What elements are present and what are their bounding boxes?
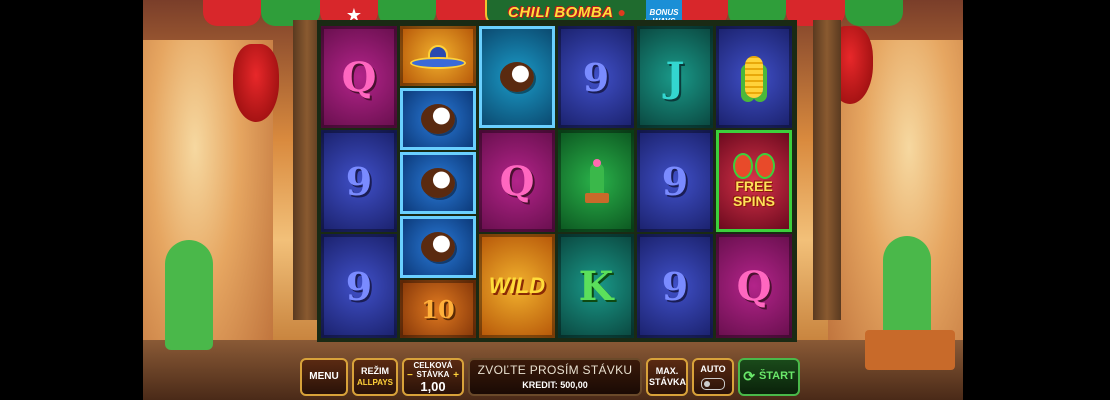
symbol-9: 9 [637,234,713,338]
coconut-symbol [400,88,476,150]
chili-icon: ● [617,4,626,20]
stake-control[interactable]: − CELKOVÁ STÁVKA 1,00 + [402,357,464,396]
chili-decoration-left [233,44,279,122]
coconut-icon [500,62,534,92]
game-stage: ★ CHILI BOMBA ● BONUS WAYS Q 9 9 10 Q WI… [143,0,963,400]
mode-button[interactable]: REŽIM ALLPAYS [352,357,398,396]
corn-icon [745,56,763,98]
stake-label: CELKOVÁ STÁVKA [413,361,453,379]
symbol-9: 9 [558,26,634,128]
coconut-symbol [400,216,476,278]
max-stake-button[interactable]: MAX. STÁVKA [646,357,688,396]
cactus-symbol [558,130,634,232]
auto-label: AUTO [700,363,726,374]
start-button[interactable]: ⟳ ŠTART [738,357,800,396]
auto-button[interactable]: AUTO [692,357,734,396]
stake-plus-button[interactable]: + [453,370,459,381]
pillar-right [813,20,841,320]
logo-title: CHILI BOMBA [508,3,614,21]
auto-toggle[interactable] [701,377,725,390]
corn-symbol [716,26,792,128]
sombrero-icon [410,43,466,69]
control-bar: MENU REŽIM ALLPAYS − CELKOVÁ STÁVKA 1,00… [300,355,850,398]
cactus-icon [581,159,611,203]
stake-value: 1,00 [420,379,446,394]
sombrero-symbol [400,26,476,86]
symbol-9: 9 [321,130,397,232]
menu-button[interactable]: MENU [300,357,348,396]
max-stake-label: MAX. STÁVKA [649,365,687,387]
wild-symbol: WILD [479,234,555,338]
message-box: ZVOĽTE PROSÍM STÁVKU KREDIT: 500,00 [468,357,642,396]
coconut-icon [421,232,455,262]
maracas-icon [733,153,775,179]
symbol-q: Q [321,26,397,128]
stake-minus-button[interactable]: − [407,370,413,381]
pot-decoration-right [865,330,955,370]
symbol-j: J [637,26,713,128]
symbol-k: K [558,234,634,338]
symbol-9: 9 [637,130,713,232]
cactus-decoration-left [165,240,213,350]
symbol-q: Q [716,234,792,338]
start-label: ŠTART [758,370,795,382]
mode-value: ALLPAYS [356,377,393,387]
refresh-icon: ⟳ [743,368,755,384]
credit-display: KREDIT: 500,00 [522,380,588,390]
coconut-icon [421,104,455,134]
free-spins-symbol: FREE SPINS [716,130,792,232]
menu-label: MENU [309,371,339,382]
symbol-10: 10 [400,280,476,338]
symbol-9: 9 [321,234,397,338]
coconut-symbol [479,26,555,128]
message-text: ZVOĽTE PROSÍM STÁVKU [477,363,633,377]
coconut-symbol [400,152,476,214]
mode-label: REŽIM [361,365,389,376]
symbol-q: Q [479,130,555,232]
coconut-icon [421,168,455,198]
